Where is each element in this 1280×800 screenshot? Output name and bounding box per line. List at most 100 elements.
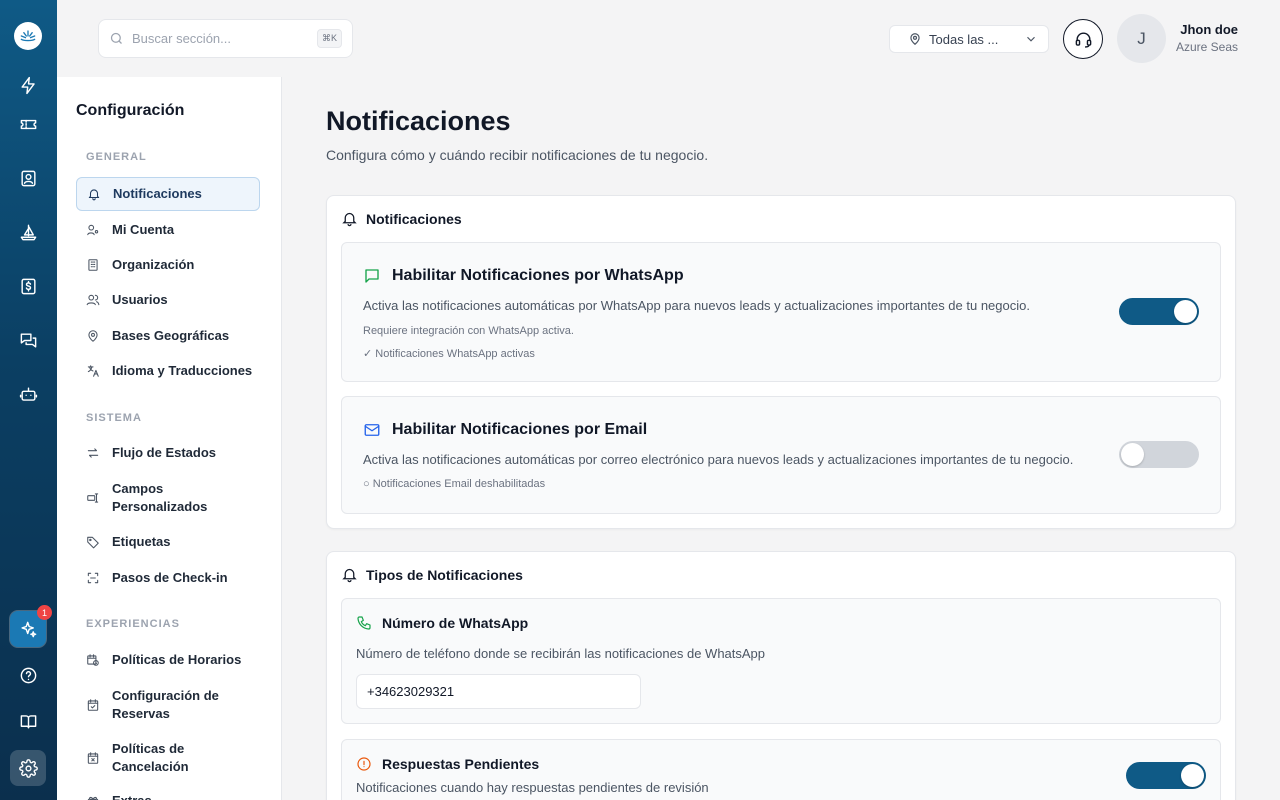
sidebar-item-label: Idioma y Traducciones (112, 363, 253, 378)
sidebar-title: Configuración (76, 102, 185, 119)
pending-title: Respuestas Pendientes (382, 756, 540, 772)
location-selector[interactable]: Todas las ... (889, 25, 1049, 53)
sidebar-item-campos-personalizados[interactable]: Campos Personalizados (76, 479, 260, 517)
email-description: Activa las notificaciones automáticas po… (363, 452, 1074, 467)
whatsapp-status-note: ✓ Notificaciones WhatsApp activas (363, 348, 535, 360)
section-general: GENERAL (86, 151, 147, 163)
whatsapp-toggle[interactable] (1119, 298, 1199, 325)
email-toggle[interactable] (1119, 441, 1199, 468)
section-sistema: SISTEMA (86, 412, 142, 424)
card-title: Tipos de Notificaciones (366, 566, 523, 583)
sidebar-item-organizacion[interactable]: Organización (76, 255, 260, 275)
whatsapp-panel: Habilitar Notificaciones por WhatsApp Ac… (341, 242, 1221, 382)
ai-assistant-button[interactable]: 1 (10, 605, 52, 647)
user-gear-icon (87, 224, 99, 236)
sidebar-item-configuracion-reservas[interactable]: Configuración de Reservas (76, 686, 260, 724)
sidebar-item-label: Pasos de Check-in (112, 570, 228, 585)
sidebar-item-flujo-estados[interactable]: Flujo de Estados (76, 443, 260, 463)
pending-responses-panel: Respuestas Pendientes Notificaciones cua… (341, 739, 1221, 800)
ticket-icon[interactable] (10, 106, 46, 142)
whatsapp-description: Activa las notificaciones automáticas po… (363, 298, 1030, 313)
user-organization: Azure Seas (1175, 40, 1238, 54)
book-icon[interactable] (10, 703, 46, 739)
sidebar-item-etiquetas[interactable]: Etiquetas (76, 532, 260, 552)
email-panel: Habilitar Notificaciones por Email Activ… (341, 396, 1221, 514)
email-status-note: ○ Notificaciones Email deshabilitadas (363, 478, 546, 490)
toggle-knob (1181, 764, 1204, 787)
card-title: Notificaciones (366, 210, 462, 227)
map-pin-icon (910, 33, 920, 46)
page-subtitle: Configura cómo y cuándo recibir notifica… (326, 147, 709, 163)
users-icon (86, 294, 100, 306)
whatsapp-number-description: Número de teléfono donde se recibirán la… (356, 646, 766, 661)
sidebar-item-label: Flujo de Estados (112, 445, 217, 460)
pending-description: Notificaciones cuando hay respuestas pen… (356, 780, 709, 795)
alert-circle-icon (357, 757, 371, 771)
whatsapp-title-row: Habilitar Notificaciones por WhatsApp (363, 267, 684, 285)
page-title: Notificaciones (326, 106, 511, 136)
translate-icon (87, 365, 99, 377)
message-square-icon (365, 269, 379, 283)
avatar[interactable]: J (1117, 14, 1166, 63)
card-header: Notificaciones (341, 210, 462, 227)
search-shortcut: ⌘K (316, 29, 342, 48)
sidebar-item-politicas-horarios[interactable]: Políticas de Horarios (76, 650, 260, 670)
calendar-check-icon (87, 699, 99, 711)
sidebar-item-mi-cuenta[interactable]: Mi Cuenta (76, 220, 260, 240)
billing-icon[interactable] (10, 268, 46, 304)
headset-icon (1075, 31, 1091, 48)
sidebar-item-label: Mi Cuenta (112, 222, 175, 237)
top-bar: Buscar sección... ⌘K Todas las ... J Jho… (57, 0, 1280, 77)
sidebar-item-idioma[interactable]: Idioma y Traducciones (76, 361, 260, 381)
chevron-down-icon (1027, 36, 1035, 42)
sidebar-item-bases-geograficas[interactable]: Bases Geográficas (76, 326, 260, 346)
section-experiencias: EXPERIENCIAS (86, 618, 180, 630)
mail-icon (364, 424, 380, 436)
bell-icon (88, 189, 100, 201)
settings-sidebar: Configuración GENERAL Notificaciones Mi … (57, 77, 282, 800)
sidebar-item-politicas-cancelacion[interactable]: Políticas de Cancelación (76, 739, 260, 777)
whatsapp-number-input[interactable]: +34623029321 (356, 674, 641, 709)
tag-icon (87, 536, 99, 549)
settings-icon[interactable] (10, 750, 46, 786)
bot-icon[interactable] (10, 376, 46, 412)
sidebar-item-label: Extras (112, 792, 152, 800)
pending-toggle[interactable] (1126, 762, 1206, 789)
notification-badge: 1 (37, 605, 52, 620)
building-icon (88, 259, 98, 271)
app-logo[interactable] (14, 22, 42, 50)
sidebar-item-label: Políticas de Horarios (112, 652, 242, 667)
contacts-icon[interactable] (10, 160, 46, 196)
toggle-knob (1174, 300, 1197, 323)
search-input[interactable]: Buscar sección... ⌘K (98, 19, 353, 58)
sidebar-item-extras[interactable]: Extras (76, 791, 260, 800)
sailboat-icon[interactable] (10, 214, 46, 250)
sidebar-item-label: Configuración de Reservas (112, 688, 219, 721)
sidebar-item-notificaciones[interactable]: Notificaciones (76, 177, 260, 211)
search-icon (110, 32, 122, 44)
text-cursor-icon (87, 493, 99, 503)
arrows-swap-icon (87, 448, 99, 458)
card-header: Tipos de Notificaciones (341, 566, 523, 583)
sidebar-item-label: Etiquetas (112, 534, 171, 549)
gift-icon (87, 796, 99, 800)
calendar-x-icon (87, 752, 99, 764)
notification-types-card: Tipos de Notificaciones Número de WhatsA… (326, 551, 1236, 800)
messages-icon[interactable] (10, 322, 46, 358)
sidebar-item-label: Campos Personalizados (112, 481, 208, 514)
whatsapp-title: Habilitar Notificaciones por WhatsApp (392, 267, 684, 284)
support-button[interactable] (1063, 19, 1103, 59)
help-icon[interactable] (10, 657, 46, 693)
pending-title-row: Respuestas Pendientes (356, 756, 539, 772)
sidebar-item-usuarios[interactable]: Usuarios (76, 290, 260, 310)
bell-icon (342, 212, 357, 227)
sidebar-item-label: Organización (112, 257, 195, 272)
app-rail: 1 (0, 0, 57, 800)
sidebar-item-check-in[interactable]: Pasos de Check-in (76, 568, 260, 588)
sidebar-item-label: Políticas de Cancelación (112, 741, 189, 774)
whatsapp-number-title-row: Número de WhatsApp (356, 615, 528, 631)
lightning-icon[interactable] (10, 67, 46, 103)
main-content: Notificaciones Configura cómo y cuándo r… (282, 77, 1280, 800)
email-title: Habilitar Notificaciones por Email (392, 421, 648, 438)
sidebar-item-label: Notificaciones (113, 186, 202, 201)
